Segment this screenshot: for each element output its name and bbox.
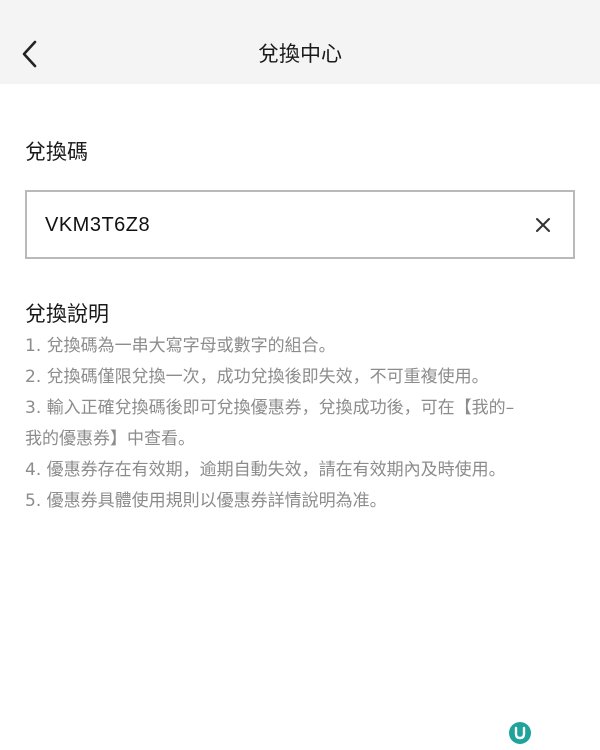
instruction-item: 4. 優惠券存在有效期，逾期自動失效，請在有效期內及時使用。: [25, 460, 506, 480]
instructions-list: 1. 兌換碼為一串大寫字母或數字的組合。 2. 兌換碼僅限兌換一次，成功兌換後即…: [25, 331, 585, 517]
redeem-code-label: 兌換碼: [25, 140, 88, 164]
watermark-logo: [509, 722, 531, 744]
top-nav-bar: 兌換中心: [0, 0, 600, 84]
instructions-title: 兌換說明: [25, 302, 109, 326]
instruction-item: 我的優惠券】中查看。: [25, 429, 195, 449]
close-icon: [536, 218, 550, 232]
u-logo-icon: [514, 726, 526, 740]
instruction-item: 3. 輸入正確兌換碼後即可兌換優惠券，兌換成功後，可在【我的–: [25, 398, 515, 418]
redeem-center-page: 兌換中心 兌換碼 兌換說明 1. 兌換碼為一串大寫字母或數字的組合。 2. 兌換…: [0, 0, 600, 750]
page-title: 兌換中心: [258, 42, 342, 66]
instruction-item: 2. 兌換碼僅限兌換一次，成功兌換後即失效，不可重複使用。: [25, 367, 489, 387]
redeem-code-input[interactable]: [45, 206, 505, 244]
clear-input-button[interactable]: [527, 209, 559, 241]
instruction-item: 1. 兌換碼為一串大寫字母或數字的組合。: [25, 336, 336, 356]
instruction-item: 5. 優惠券具體使用規則以優惠券詳情說明為准。: [25, 491, 387, 511]
redeem-code-field[interactable]: [25, 190, 575, 259]
